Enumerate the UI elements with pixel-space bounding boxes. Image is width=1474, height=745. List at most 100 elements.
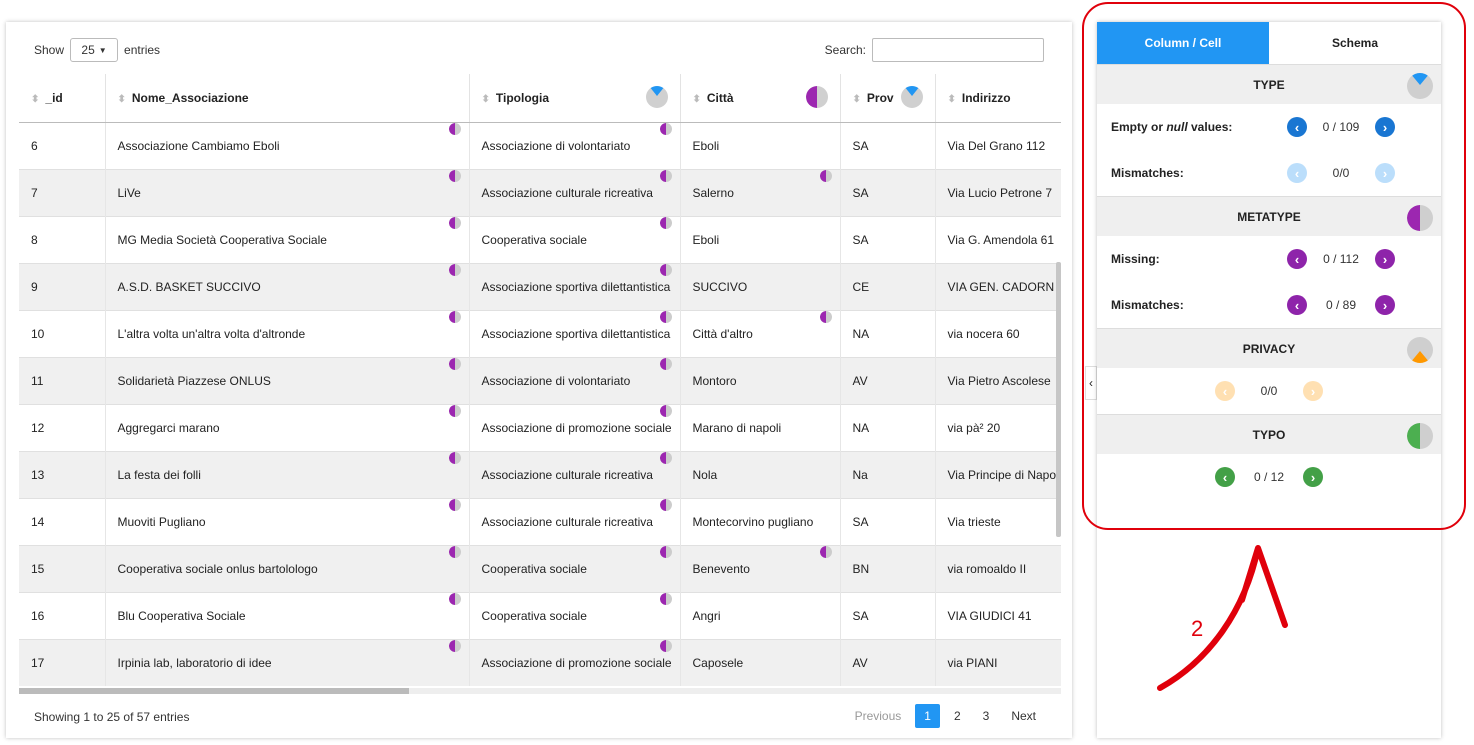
cell-quality-icon[interactable] — [448, 311, 461, 323]
table-cell[interactable]: Via Lucio Petrone 7 — [935, 168, 1061, 216]
table-cell[interactable]: VIA GIUDICI 41 — [935, 591, 1061, 639]
table-cell[interactable]: BN — [840, 544, 936, 592]
table-cell[interactable]: Montecorvino pugliano — [680, 497, 841, 545]
previous-page-button[interactable]: Previous — [847, 704, 910, 728]
table-cell[interactable]: 12 — [19, 403, 106, 451]
cell-quality-icon[interactable] — [819, 311, 832, 323]
table-cell[interactable]: AV — [840, 356, 936, 404]
cell-quality-icon[interactable] — [659, 170, 672, 182]
table-cell[interactable]: Associazione di promozione sociale — [469, 403, 681, 451]
cell-quality-icon[interactable] — [448, 546, 461, 558]
cell-quality-icon[interactable] — [448, 264, 461, 276]
table-row[interactable]: 15 Cooperativa sociale onlus bartolologo C… — [19, 544, 1061, 592]
table-cell[interactable]: NA — [840, 309, 936, 357]
table-cell[interactable]: 8 — [19, 215, 106, 263]
table-cell[interactable]: Solidarietà Piazzese ONLUS — [105, 356, 470, 404]
table-cell[interactable]: Via Del Grano 112 — [935, 121, 1061, 169]
table-cell[interactable]: Associazione culturale ricreativa — [469, 450, 681, 498]
cell-quality-icon[interactable] — [448, 170, 461, 182]
cell-quality-icon[interactable] — [659, 217, 672, 229]
table-cell[interactable]: Associazione Cambiamo Eboli — [105, 121, 470, 169]
entries-per-page-select[interactable]: 25 ▼ — [70, 38, 119, 62]
table-cell[interactable]: La festa dei folli — [105, 450, 470, 498]
table-cell[interactable]: CE — [840, 262, 936, 310]
page-2-button[interactable]: 2 — [946, 704, 969, 728]
table-cell[interactable]: SA — [840, 215, 936, 263]
cell-quality-icon[interactable] — [659, 311, 672, 323]
table-cell[interactable]: LiVe — [105, 168, 470, 216]
table-cell[interactable]: Associazione culturale ricreativa — [469, 497, 681, 545]
cell-quality-icon[interactable] — [448, 452, 461, 464]
table-cell[interactable]: Via G. Amendola 61 — [935, 215, 1061, 263]
table-cell[interactable]: Eboli — [680, 121, 841, 169]
table-cell[interactable]: Associazione di promozione sociale — [469, 638, 681, 686]
vertical-scrollbar[interactable] — [1056, 262, 1061, 537]
table-cell[interactable]: SA — [840, 497, 936, 545]
cell-quality-icon[interactable] — [659, 593, 672, 605]
table-row[interactable]: 7 LiVe Associazione culturale ricreativa Sa… — [19, 168, 1061, 216]
table-row[interactable]: 11 Solidarietà Piazzese ONLUS Associazione… — [19, 356, 1061, 404]
table-cell[interactable]: Associazione di volontariato — [469, 121, 681, 169]
table-cell[interactable]: 17 — [19, 638, 106, 686]
cell-quality-icon[interactable] — [659, 264, 672, 276]
table-cell[interactable]: 6 — [19, 121, 106, 169]
table-cell[interactable]: Associazione culturale ricreativa — [469, 168, 681, 216]
table-cell[interactable]: SUCCIVO — [680, 262, 841, 310]
cell-quality-icon[interactable] — [448, 217, 461, 229]
table-cell[interactable]: Montoro — [680, 356, 841, 404]
table-cell[interactable]: Aggregarci marano — [105, 403, 470, 451]
table-cell[interactable]: NA — [840, 403, 936, 451]
table-cell[interactable]: A.S.D. BASKET SUCCIVO — [105, 262, 470, 310]
cell-quality-icon[interactable] — [448, 593, 461, 605]
table-cell[interactable]: SA — [840, 121, 936, 169]
table-cell[interactable]: Irpinia lab, laboratorio di idee — [105, 638, 470, 686]
table-cell[interactable]: AV — [840, 638, 936, 686]
column-header-citta[interactable]: ⬍ Città — [680, 74, 841, 123]
table-cell[interactable]: Muoviti Pugliano — [105, 497, 470, 545]
table-cell[interactable]: Associazione sportiva dilettantistica — [469, 262, 681, 310]
table-cell[interactable]: 13 — [19, 450, 106, 498]
page-1-button[interactable]: 1 — [915, 704, 940, 728]
type-status-icon[interactable] — [645, 86, 668, 108]
cell-quality-icon[interactable] — [448, 405, 461, 417]
table-cell[interactable]: L'altra volta un'altra volta d'altronde — [105, 309, 470, 357]
table-cell[interactable]: 7 — [19, 168, 106, 216]
table-cell[interactable]: Città d'altro — [680, 309, 841, 357]
table-row[interactable]: 8 MG Media Società Cooperativa Sociale Coo… — [19, 215, 1061, 263]
table-cell[interactable]: 9 — [19, 262, 106, 310]
table-cell[interactable]: via romoaldo II — [935, 544, 1061, 592]
table-cell[interactable]: Associazione sportiva dilettantistica — [469, 309, 681, 357]
table-cell[interactable]: via nocera 60 — [935, 309, 1061, 357]
table-cell[interactable]: Benevento — [680, 544, 841, 592]
column-header-prov[interactable]: ⬍ Prov — [840, 74, 936, 123]
cell-quality-icon[interactable] — [448, 640, 461, 652]
table-cell[interactable]: Cooperativa sociale — [469, 591, 681, 639]
metatype-status-icon[interactable] — [805, 86, 828, 108]
horizontal-scrollbar[interactable] — [19, 688, 1061, 694]
table-cell[interactable]: Cooperativa sociale onlus bartolologo — [105, 544, 470, 592]
column-header-nome-associazione[interactable]: ⬍ Nome_Associazione — [105, 74, 470, 123]
table-cell[interactable]: SA — [840, 591, 936, 639]
column-header-id[interactable]: ⬍ _id — [19, 74, 106, 123]
table-cell[interactable]: 16 — [19, 591, 106, 639]
table-row[interactable]: 6 Associazione Cambiamo Eboli Associazione… — [19, 121, 1061, 169]
cell-quality-icon[interactable] — [659, 358, 672, 370]
table-row[interactable]: 17 Irpinia lab, laboratorio di idee Associ… — [19, 638, 1061, 686]
table-cell[interactable]: Caposele — [680, 638, 841, 686]
table-cell[interactable]: Marano di napoli — [680, 403, 841, 451]
cell-quality-icon[interactable] — [819, 170, 832, 182]
table-cell[interactable]: 10 — [19, 309, 106, 357]
column-header-tipologia[interactable]: ⬍ Tipologia — [469, 74, 681, 123]
cell-quality-icon[interactable] — [659, 546, 672, 558]
table-cell[interactable]: Eboli — [680, 215, 841, 263]
table-cell[interactable]: via pà² 20 — [935, 403, 1061, 451]
table-cell[interactable]: VIA GEN. CADORN — [935, 262, 1061, 310]
table-cell[interactable]: Via Principe di Napo — [935, 450, 1061, 498]
table-cell[interactable]: Via trieste — [935, 497, 1061, 545]
page-3-button[interactable]: 3 — [975, 704, 998, 728]
table-row[interactable]: 16 Blu Cooperativa Sociale Cooperativa soc… — [19, 591, 1061, 639]
search-input[interactable] — [872, 38, 1044, 62]
table-cell[interactable]: MG Media Società Cooperativa Sociale — [105, 215, 470, 263]
table-cell[interactable]: Cooperativa sociale — [469, 215, 681, 263]
cell-quality-icon[interactable] — [659, 640, 672, 652]
